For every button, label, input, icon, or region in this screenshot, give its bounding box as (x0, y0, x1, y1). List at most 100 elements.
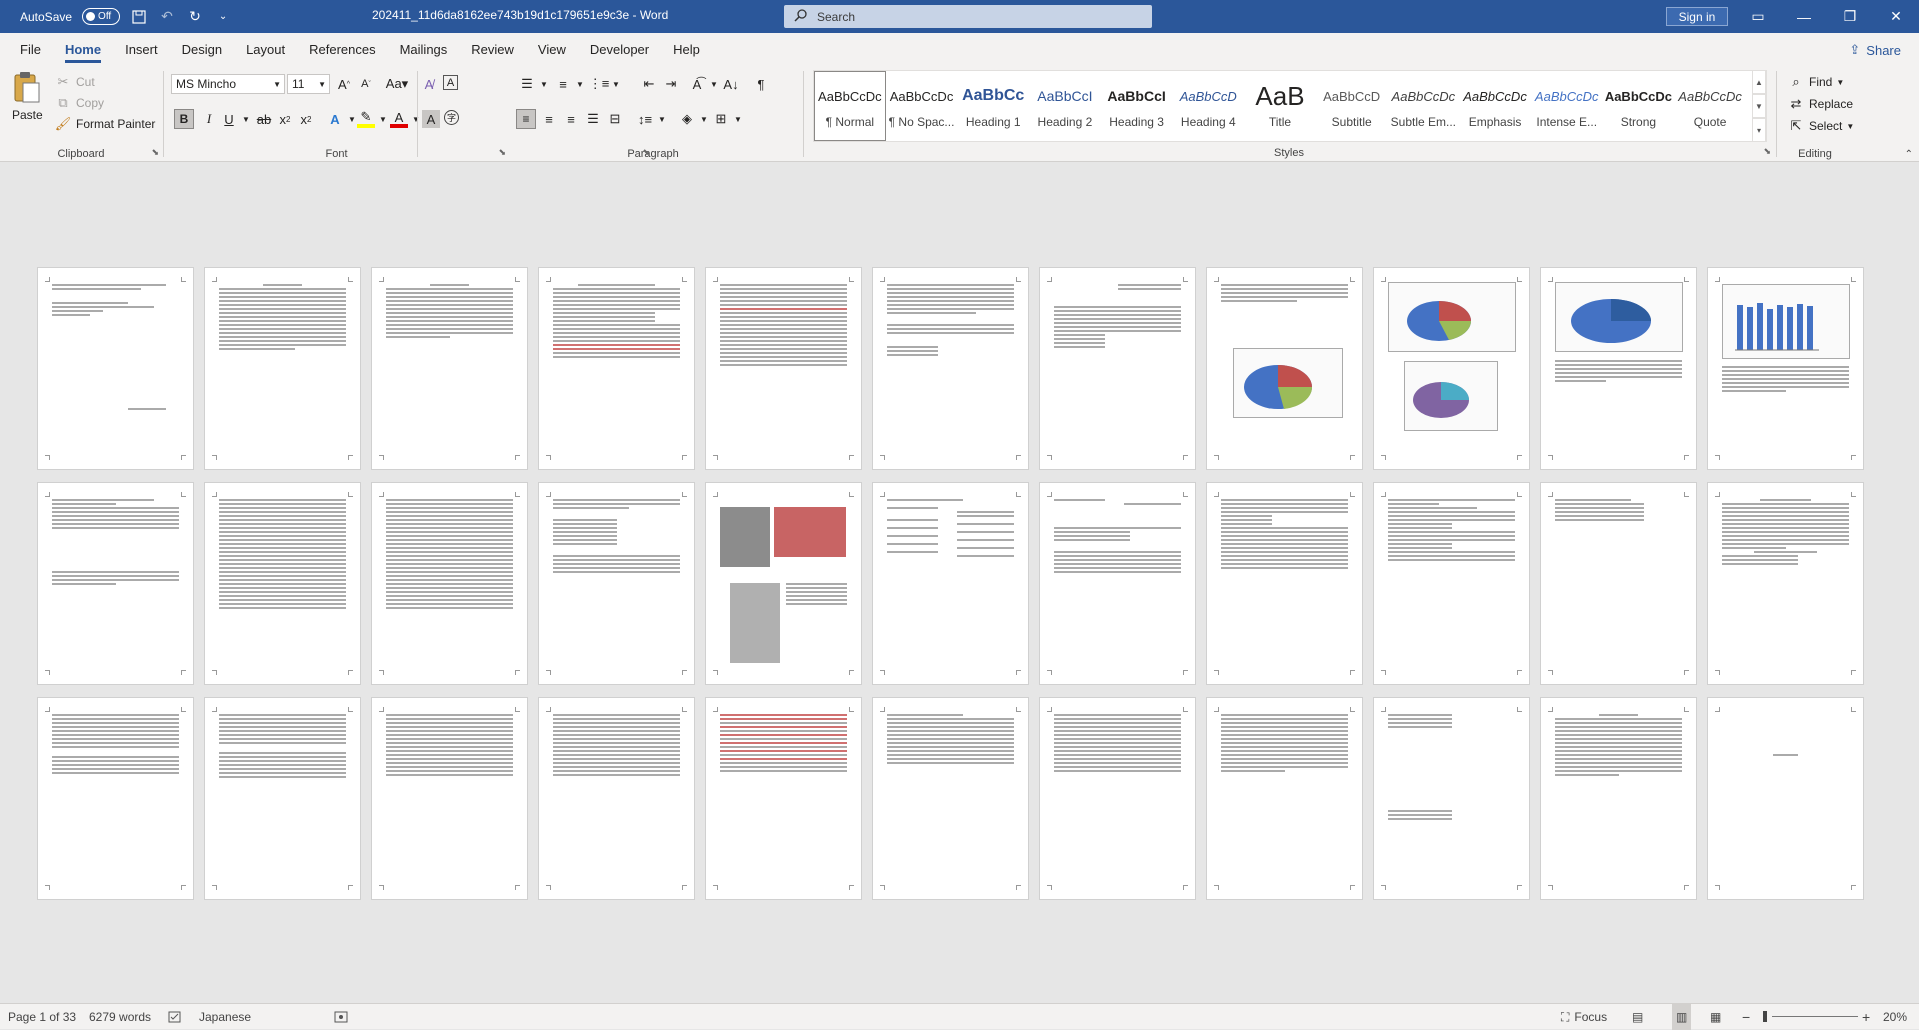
page-thumbnail[interactable] (1540, 267, 1697, 470)
increase-indent-button[interactable]: ⇥ (662, 75, 680, 93)
sign-in-button[interactable]: Sign in (1666, 7, 1728, 26)
style-subtitle[interactable]: AaBbCcD Subtitle (1316, 71, 1388, 141)
page-thumbnail[interactable] (1540, 482, 1697, 685)
share-button[interactable]: ⇪ Share (1841, 39, 1909, 61)
tab-file[interactable]: File (8, 33, 53, 65)
grow-font-button[interactable]: A ^ (335, 75, 353, 93)
undo-icon[interactable]: ↶ (158, 8, 176, 26)
tab-developer[interactable]: Developer (578, 33, 661, 65)
zoom-slider-track[interactable] (1772, 1016, 1858, 1017)
zoom-out-icon[interactable]: − (1742, 1004, 1750, 1030)
font-color-button[interactable]: A ▼ (390, 110, 420, 128)
collapse-ribbon-icon[interactable]: ⌃ (1905, 149, 1913, 160)
page-thumbnail[interactable] (37, 697, 194, 900)
shrink-font-button[interactable]: Aˇ (357, 75, 375, 93)
language[interactable]: Japanese (199, 1004, 251, 1030)
center-button[interactable]: ≡ (540, 110, 558, 128)
page-thumbnail[interactable] (1707, 697, 1864, 900)
highlight-button[interactable]: ✎ ▼ (357, 109, 387, 128)
style-title[interactable]: AaB Title (1244, 71, 1316, 141)
tab-view[interactable]: View (526, 33, 578, 65)
page-count[interactable]: Page 1 of 33 (8, 1004, 76, 1030)
page-thumbnail[interactable] (1206, 267, 1363, 470)
page-thumbnail[interactable] (1707, 482, 1864, 685)
clipboard-launcher-icon[interactable]: ⬊ (151, 147, 159, 158)
save-icon[interactable] (130, 8, 148, 26)
paragraph-launcher-icon[interactable]: ⬊ (642, 147, 650, 158)
multilevel-list-button[interactable]: ⋮≡ ▼ (589, 75, 620, 93)
page-thumbnail[interactable] (872, 697, 1029, 900)
page-thumbnail[interactable] (538, 482, 695, 685)
chevron-up-icon[interactable]: ▲ (1752, 70, 1766, 94)
autosave-toggle[interactable]: Off (82, 8, 121, 25)
style-emphasis[interactable]: AaBbCcDc Emphasis (1459, 71, 1531, 141)
find-button[interactable]: ⌕ Find ▼ (1787, 73, 1844, 91)
style-subtle-emphasis[interactable]: AaBbCcDc Subtle Em... (1388, 71, 1460, 141)
page-thumbnail[interactable] (538, 267, 695, 470)
replace-button[interactable]: ⇄ Replace (1787, 95, 1853, 113)
subscript-button[interactable]: x2 (276, 110, 294, 128)
align-left-button[interactable]: ≡ (516, 109, 536, 129)
style-strong[interactable]: AaBbCcDc Strong (1603, 71, 1675, 141)
style-heading-1[interactable]: AaBbCc Heading 1 (957, 71, 1029, 141)
tab-layout[interactable]: Layout (234, 33, 297, 65)
page-thumbnail[interactable] (1206, 697, 1363, 900)
page-thumbnail[interactable] (1039, 267, 1196, 470)
change-case-button[interactable]: Aa▾ (384, 75, 410, 93)
format-painter-button[interactable]: 🖌 Format Painter (54, 115, 156, 133)
tab-references[interactable]: References (297, 33, 387, 65)
read-mode-icon[interactable]: ▤ (1632, 1004, 1643, 1030)
customize-qat-icon[interactable]: ⌄ (214, 8, 232, 26)
page-thumbnail[interactable] (705, 267, 862, 470)
select-button[interactable]: ⇱ Select ▼ (1787, 117, 1855, 135)
page-thumbnail[interactable] (1206, 482, 1363, 685)
line-spacing-button[interactable]: ↕≡ ▼ (636, 110, 666, 128)
superscript-button[interactable]: x2 (297, 110, 315, 128)
shading-button[interactable]: ◈ ▼ (678, 110, 708, 128)
page-thumbnail[interactable] (872, 267, 1029, 470)
bold-button[interactable]: B (174, 109, 194, 129)
show-marks-button[interactable]: ¶ (752, 75, 770, 93)
tab-help[interactable]: Help (661, 33, 712, 65)
strikethrough-button[interactable]: ab (255, 110, 273, 128)
asian-layout-button[interactable]: A͡ ▼ (688, 75, 718, 93)
styles-launcher-icon[interactable]: ⬊ (1763, 146, 1771, 157)
tab-home[interactable]: Home (53, 33, 113, 65)
underline-button[interactable]: U ▼ (220, 110, 250, 128)
minimize-icon[interactable]: — (1781, 0, 1827, 33)
restore-icon[interactable]: ❐ (1827, 0, 1873, 33)
borders-button[interactable]: ⊞ ▼ (712, 110, 742, 128)
page-thumbnail[interactable] (204, 697, 361, 900)
page-thumbnail[interactable] (371, 697, 528, 900)
align-right-button[interactable]: ≡ (562, 110, 580, 128)
style-heading-2[interactable]: AaBbCcI Heading 2 (1029, 71, 1101, 141)
page-thumbnail[interactable] (872, 482, 1029, 685)
page-thumbnail[interactable] (371, 482, 528, 685)
tab-design[interactable]: Design (170, 33, 234, 65)
font-name-dropdown[interactable]: MS Mincho ▼ (171, 74, 285, 94)
proofing-icon[interactable] (168, 1004, 181, 1030)
zoom-level[interactable]: 20% (1883, 1004, 1907, 1030)
close-icon[interactable]: ✕ (1873, 0, 1919, 33)
page-thumbnail[interactable] (1039, 697, 1196, 900)
gallery-expand-icon[interactable]: ▾ (1752, 118, 1766, 142)
macro-record-icon[interactable] (334, 1004, 348, 1030)
page-thumbnail[interactable] (1039, 482, 1196, 685)
page-thumbnail[interactable] (1373, 697, 1530, 900)
print-layout-icon[interactable]: ▥ (1672, 1004, 1692, 1030)
style-normal[interactable]: AaBbCcDc ¶ Normal (814, 71, 886, 141)
page-thumbnail[interactable] (538, 697, 695, 900)
text-effects-button[interactable]: A ▼ (326, 110, 356, 128)
page-thumbnail[interactable] (37, 267, 194, 470)
page-thumbnail[interactable] (1373, 267, 1530, 470)
page-thumbnail[interactable] (705, 482, 862, 685)
page-thumbnail[interactable] (1540, 697, 1697, 900)
style-intense-emphasis[interactable]: AaBbCcDc Intense E... (1531, 71, 1603, 141)
focus-button[interactable]: ⛶ Focus (1561, 1004, 1607, 1030)
style-no-spacing[interactable]: AaBbCcDc ¶ No Spac... (886, 71, 958, 141)
paste-button[interactable]: Paste (12, 71, 43, 122)
justify-button[interactable]: ☰ (584, 110, 602, 128)
distributed-button[interactable]: ⊟ (606, 110, 624, 128)
style-quote[interactable]: AaBbCcDc Quote (1674, 71, 1746, 141)
page-thumbnail[interactable] (37, 482, 194, 685)
